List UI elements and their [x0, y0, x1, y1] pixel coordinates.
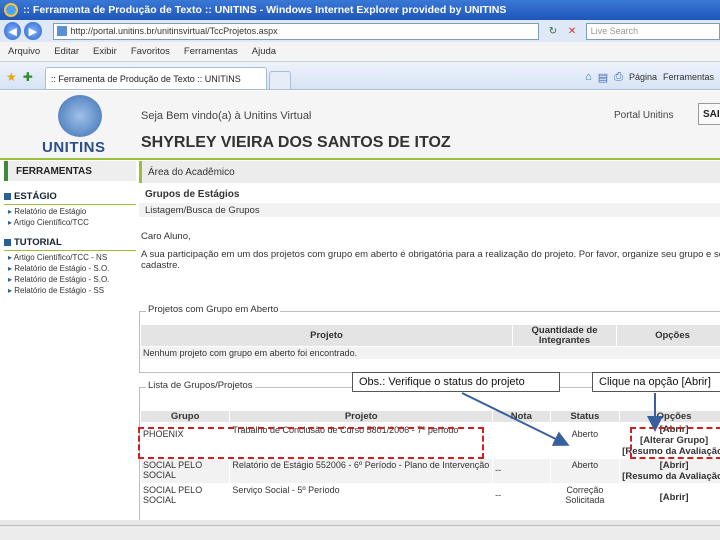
home-icon[interactable]: ⌂	[585, 71, 592, 83]
window-titlebar: :: Ferramenta de Produção de Texto :: UN…	[0, 0, 720, 20]
window-title: :: Ferramenta de Produção de Texto :: UN…	[23, 4, 507, 16]
sidebar-item[interactable]: Artigo Científico/TCC - NS	[4, 253, 136, 262]
new-tab-button[interactable]	[268, 71, 291, 89]
tab-title: :: Ferramenta de Produção de Texto :: UN…	[50, 73, 241, 84]
cell-status: Correção Solicitada	[549, 483, 621, 508]
command-bar: ⌂ ▤ ⎙ Página Ferramentas	[585, 65, 720, 89]
col-opcoes: Opções	[619, 410, 720, 423]
sidebar-item[interactable]: Relatório de Estágio - S.O.	[4, 275, 136, 284]
address-bar[interactable]: http://portal.unitins.br/unitinsvirtual/…	[52, 22, 540, 40]
stop-icon[interactable]: ✕	[568, 26, 576, 37]
groups-subtitle: Listagem/Busca de Grupos	[139, 203, 720, 217]
menu-favorites[interactable]: Favoritos	[131, 46, 170, 57]
menu-edit[interactable]: Editar	[54, 46, 79, 57]
web-page: UNITINS Seja Bem vindo(a) à Unitins Virt…	[0, 91, 720, 525]
open-projects-panel: Projetos com Grupo em Aberto Projeto Qua…	[139, 304, 720, 373]
empty-message: Nenhum projeto com grupo em aberto foi e…	[140, 346, 720, 360]
status-bar	[0, 525, 720, 540]
menu-bar: Arquivo Editar Exibir Favoritos Ferramen…	[0, 42, 720, 62]
sidebar-section-tutorial: TUTORIAL	[4, 237, 136, 251]
area-title: Área do Acadêmico	[139, 161, 720, 183]
feeds-icon[interactable]: ▤	[598, 71, 608, 84]
page-icon	[56, 26, 67, 36]
main-content: Área do Acadêmico Grupos de Estágios Lis…	[139, 161, 720, 525]
header-divider	[0, 158, 720, 160]
tab-current[interactable]: :: Ferramenta de Produção de Texto :: UN…	[44, 67, 267, 89]
menu-tools[interactable]: Ferramentas	[184, 46, 238, 57]
refresh-stop-group: ↻ ✕	[543, 26, 581, 37]
tab-row: ★ ✚ :: Ferramenta de Produção de Texto :…	[0, 62, 720, 90]
cell-options: [Abrir]	[619, 483, 720, 508]
col-projeto: Projeto	[140, 324, 513, 347]
page-menu[interactable]: Página	[629, 72, 657, 82]
groups-title: Grupos de Estágios	[145, 189, 240, 200]
groups-list-legend: Lista de Grupos/Projetos	[146, 380, 255, 391]
refresh-icon[interactable]: ↻	[549, 26, 557, 37]
section-bullet-icon	[4, 239, 11, 246]
logo-text: UNITINS	[42, 139, 106, 156]
section-title: ESTÁGIO	[14, 191, 57, 202]
col-status: Status	[549, 410, 621, 423]
cell-grade: --	[492, 458, 551, 484]
sidebar: FERRAMENTAS ESTÁGIO Relatório de Estágio…	[4, 161, 136, 525]
back-icon[interactable]: ◀	[4, 22, 22, 40]
sidebar-item[interactable]: Relatório de Estágio	[4, 207, 136, 216]
cell-grade: --	[492, 483, 551, 508]
open-link[interactable]: [Abrir]	[622, 460, 720, 471]
cell-project: Serviço Social - 5º Período	[229, 483, 494, 508]
print-icon[interactable]: ⎙	[614, 71, 623, 84]
user-name: SHYRLEY VIEIRA DOS SANTOS DE ITOZ	[141, 134, 451, 151]
forward-icon[interactable]: ▶	[24, 22, 42, 40]
favorites-star-icon[interactable]: ★	[6, 70, 17, 84]
cell-group: SOCIAL PELO SOCIAL	[139, 483, 231, 508]
evaluation-summary-link[interactable]: [Resumo da Avaliação]	[622, 471, 720, 482]
sidebar-item[interactable]: Relatório de Estágio - SS	[4, 286, 136, 295]
col-opcoes: Opções	[616, 324, 720, 347]
cell-status: Aberto	[549, 422, 621, 459]
col-nota: Nota	[492, 410, 551, 423]
col-projeto: Projeto	[229, 410, 494, 423]
cell-grade	[492, 422, 551, 459]
menu-file[interactable]: Arquivo	[8, 46, 40, 57]
highlight-options-box	[630, 427, 720, 459]
cell-group: SOCIAL PELO SOCIAL	[139, 458, 231, 484]
search-input[interactable]: Live Search	[585, 22, 720, 40]
sidebar-item[interactable]: Artigo Científico/TCC	[4, 218, 136, 227]
internet-explorer-icon	[4, 3, 18, 17]
sidebar-section-estagio: ESTÁGIO	[4, 191, 136, 205]
cell-options: [Abrir] [Resumo da Avaliação]	[619, 458, 720, 484]
table-row: SOCIAL PELO SOCIAL Serviço Social - 5º P…	[139, 483, 720, 508]
cell-project: Relatório de Estágio 552006 - 6º Período…	[229, 458, 494, 484]
section-bullet-icon	[4, 193, 11, 200]
open-link[interactable]: [Abrir]	[622, 492, 720, 503]
table-row: SOCIAL PELO SOCIAL Relatório de Estágio …	[139, 458, 720, 484]
menu-view[interactable]: Exibir	[93, 46, 117, 57]
col-quantidade: Quantidade de Integrantes	[512, 324, 617, 347]
col-grupo: Grupo	[139, 410, 231, 423]
menu-help[interactable]: Ajuda	[252, 46, 276, 57]
callout-status: Obs.: Verifique o status do projeto	[352, 372, 560, 392]
greeting: Caro Aluno,	[141, 231, 191, 242]
section-title: TUTORIAL	[14, 237, 62, 248]
info-message: A sua participação em um dos projetos co…	[141, 248, 720, 272]
cell-status: Aberto	[549, 458, 621, 484]
sidebar-item[interactable]: Relatório de Estágio - S.O.	[4, 264, 136, 273]
address-row: ◀ ▶ http://portal.unitins.br/unitinsvirt…	[0, 20, 720, 42]
highlight-row-box	[138, 427, 484, 459]
open-projects-legend: Projetos com Grupo em Aberto	[146, 304, 281, 315]
tools-menu[interactable]: Ferramentas	[663, 72, 714, 82]
exit-button[interactable]: SAIR	[698, 103, 720, 125]
portal-link[interactable]: Portal Unitins	[614, 110, 673, 121]
logo-emblem-icon	[58, 95, 102, 137]
groups-table: Grupo Projeto Nota Status Opções PHOENIX…	[139, 410, 720, 508]
add-favorite-icon[interactable]: ✚	[23, 70, 33, 84]
address-url: http://portal.unitins.br/unitinsvirtual/…	[70, 26, 278, 36]
sidebar-title: FERRAMENTAS	[4, 161, 136, 181]
open-projects-table: Projeto Quantidade de Integrantes Opções…	[140, 324, 720, 360]
unitins-logo: UNITINS	[28, 95, 128, 157]
welcome-text: Seja Bem vindo(a) à Unitins Virtual	[141, 110, 312, 122]
callout-option: Clique na opção [Abrir]	[592, 372, 720, 392]
favorites-group: ★ ✚	[6, 65, 39, 89]
